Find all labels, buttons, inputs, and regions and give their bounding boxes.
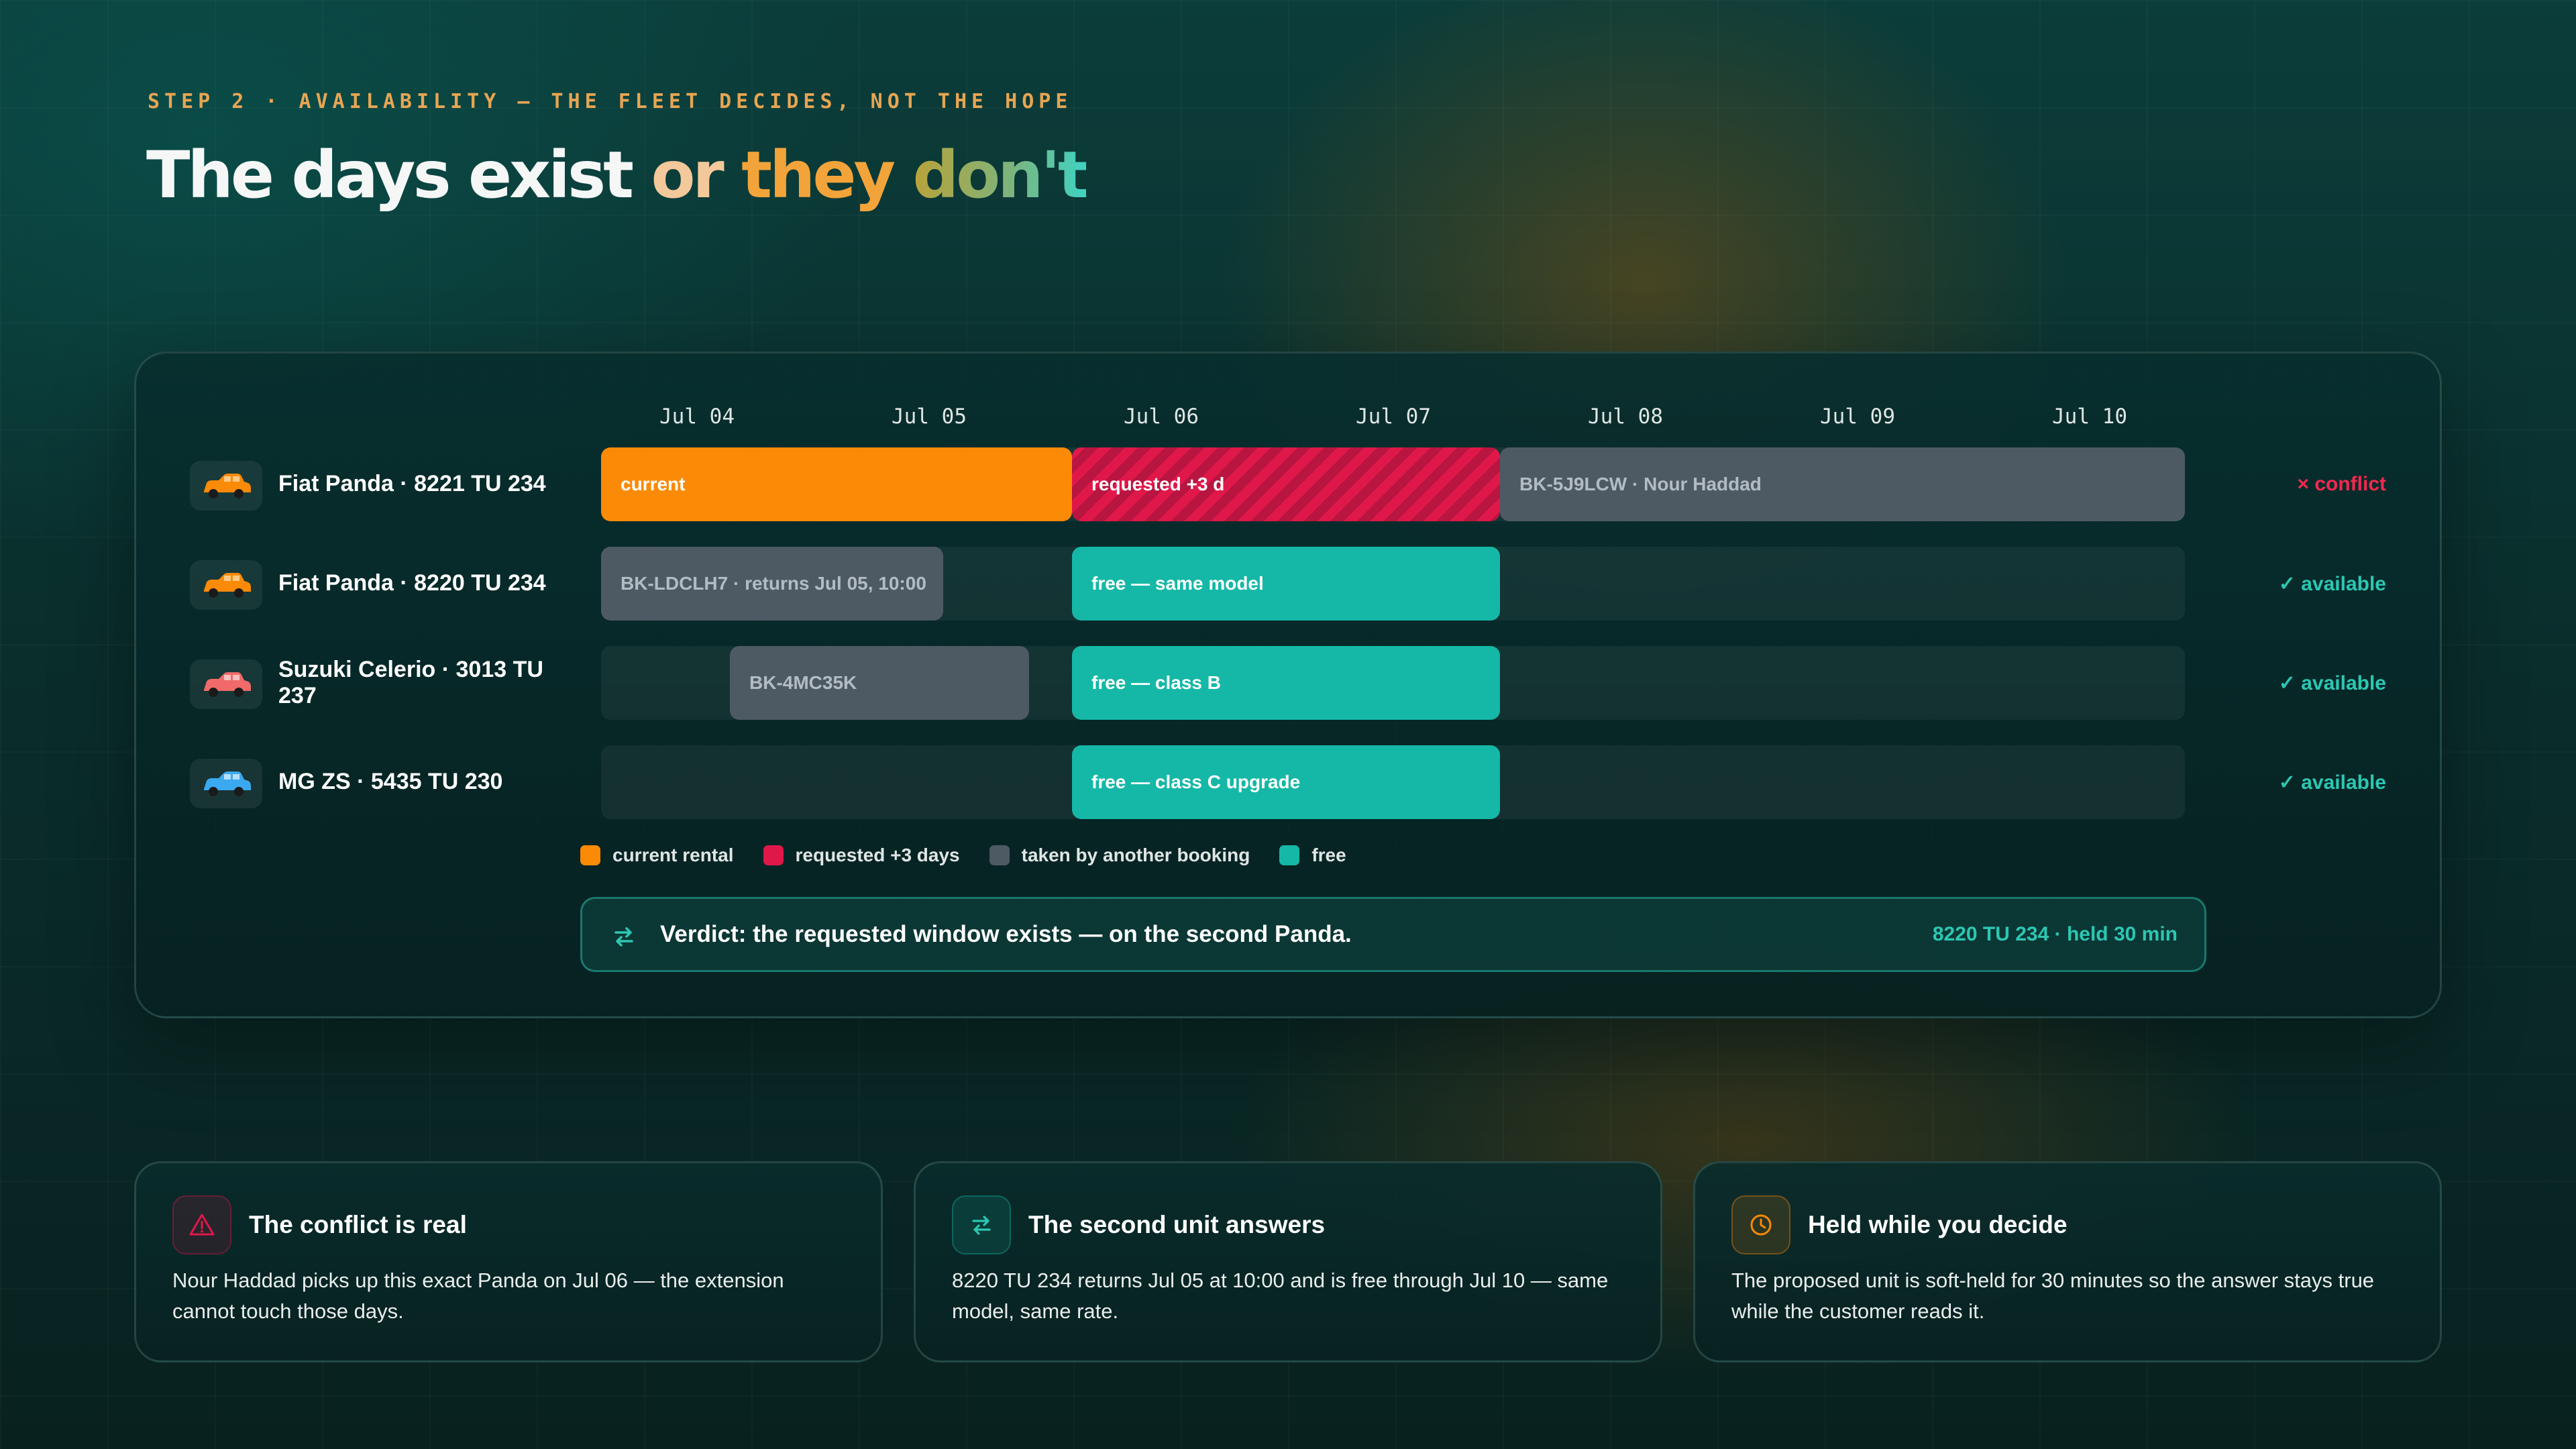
title-part-or: or [651, 138, 742, 213]
title-part-dont: don't [912, 138, 1089, 213]
legend-swatch [763, 845, 784, 865]
status-available: ✓ available [2278, 771, 2386, 794]
legend-item-current: current rental [580, 845, 734, 866]
car-icon [190, 759, 262, 808]
availability-track: current requested +3 d BK-5J9LCW · Nour … [601, 447, 2185, 521]
title-part-1: The days exist [146, 138, 651, 213]
card-body: 8220 TU 234 returns Jul 05 at 10:00 and … [952, 1269, 1609, 1323]
vehicle-row-suzuki-celerio[interactable]: Suzuki Celerio · 3013 TU 237 BK-4MC35K f… [136, 646, 2440, 720]
card-title: The conflict is real [249, 1211, 467, 1238]
vehicle-name: Suzuki Celerio · 3013 TU 237 [278, 656, 543, 708]
hold-badge[interactable]: 8220 TU 234 · held 30 min [1933, 899, 2178, 970]
card-title: The second unit answers [1028, 1211, 1326, 1238]
availability-panel: Jul 04 Jul 05 Jul 06 Jul 07 Jul 08 Jul 0… [134, 352, 2442, 1018]
segment-current-rental[interactable]: current [601, 447, 1072, 521]
verdict-text: Verdict: the requested window exists — o… [660, 921, 1352, 947]
legend-swatch [989, 845, 1010, 865]
swap-arrows-icon [614, 927, 633, 947]
date-label: Jul 04 [659, 405, 735, 429]
legend-label: taken by another booking [1021, 845, 1250, 865]
status-available: ✓ available [2278, 572, 2386, 595]
card-body: The proposed unit is soft-held for 30 mi… [1731, 1269, 2375, 1323]
vehicle-name: Fiat Panda · 8221 TU 234 [278, 471, 546, 497]
segment-taken-booking[interactable]: BK-4MC35K [730, 646, 1029, 720]
legend-swatch [1279, 845, 1300, 865]
segment-taken-booking[interactable]: BK-5J9LCW · Nour Haddad [1500, 447, 2185, 521]
date-label: Jul 09 [1820, 405, 1895, 429]
segment-free-class-c-upgrade[interactable]: free — class C upgrade [1072, 745, 1500, 819]
legend: current rental requested +3 days taken b… [580, 845, 1346, 866]
card-title: Held while you decide [1808, 1211, 2068, 1238]
legend-item-free: free [1279, 845, 1346, 866]
card-held: Held while you decide The proposed unit … [1693, 1161, 2442, 1362]
legend-item-requested: requested +3 days [763, 845, 960, 866]
vehicle-name: MG ZS · 5435 TU 230 [278, 769, 503, 795]
vehicle-row-fiat-panda-8221[interactable]: Fiat Panda · 8221 TU 234 current request… [136, 447, 2440, 521]
date-label: Jul 08 [1588, 405, 1663, 429]
availability-track: BK-LDCLH7 · returns Jul 05, 10:00 free —… [601, 547, 2185, 621]
car-icon [190, 461, 262, 511]
car-icon [190, 560, 262, 610]
vehicle-row-fiat-panda-8220[interactable]: Fiat Panda · 8220 TU 234 BK-LDCLH7 · ret… [136, 547, 2440, 621]
date-label: Jul 05 [892, 405, 967, 429]
car-icon [190, 659, 262, 709]
availability-track: free — class C upgrade [601, 745, 2185, 819]
segment-requested-extension[interactable]: requested +3 d [1072, 447, 1500, 521]
verdict-banner[interactable]: Verdict: the requested window exists — o… [580, 897, 2206, 972]
card-conflict: The conflict is real Nour Haddad picks u… [134, 1161, 883, 1362]
date-label: Jul 07 [1356, 405, 1431, 429]
status-conflict: × conflict [2297, 473, 2386, 495]
clock-icon [1731, 1195, 1790, 1254]
segment-free-class-b[interactable]: free — class B [1072, 646, 1500, 720]
segment-taken-booking[interactable]: BK-LDCLH7 · returns Jul 05, 10:00 [601, 547, 943, 621]
card-body: Nour Haddad picks up this exact Panda on… [172, 1269, 784, 1323]
title-part-they: they [741, 138, 913, 213]
legend-swatch [580, 845, 600, 865]
legend-label: free [1311, 845, 1346, 865]
date-label: Jul 10 [2052, 405, 2127, 429]
legend-label: requested +3 days [795, 845, 960, 865]
card-second-unit: The second unit answers 8220 TU 234 retu… [914, 1161, 1662, 1362]
page-title: The days exist or they don't [146, 138, 1089, 213]
availability-track: BK-4MC35K free — class B [601, 646, 2185, 720]
step-eyebrow: STEP 2 · AVAILABILITY — THE FLEET DECIDE… [148, 90, 1073, 113]
date-label: Jul 06 [1124, 405, 1199, 429]
vehicle-row-mg-zs[interactable]: MG ZS · 5435 TU 230 free — class C upgra… [136, 745, 2440, 819]
swap-arrows-icon [952, 1195, 1011, 1254]
warning-triangle-icon [172, 1195, 231, 1254]
vehicle-name: Fiat Panda · 8220 TU 234 [278, 570, 546, 596]
segment-free-same-model[interactable]: free — same model [1072, 547, 1500, 621]
legend-item-taken: taken by another booking [989, 845, 1250, 866]
legend-label: current rental [612, 845, 734, 865]
status-available: ✓ available [2278, 672, 2386, 694]
